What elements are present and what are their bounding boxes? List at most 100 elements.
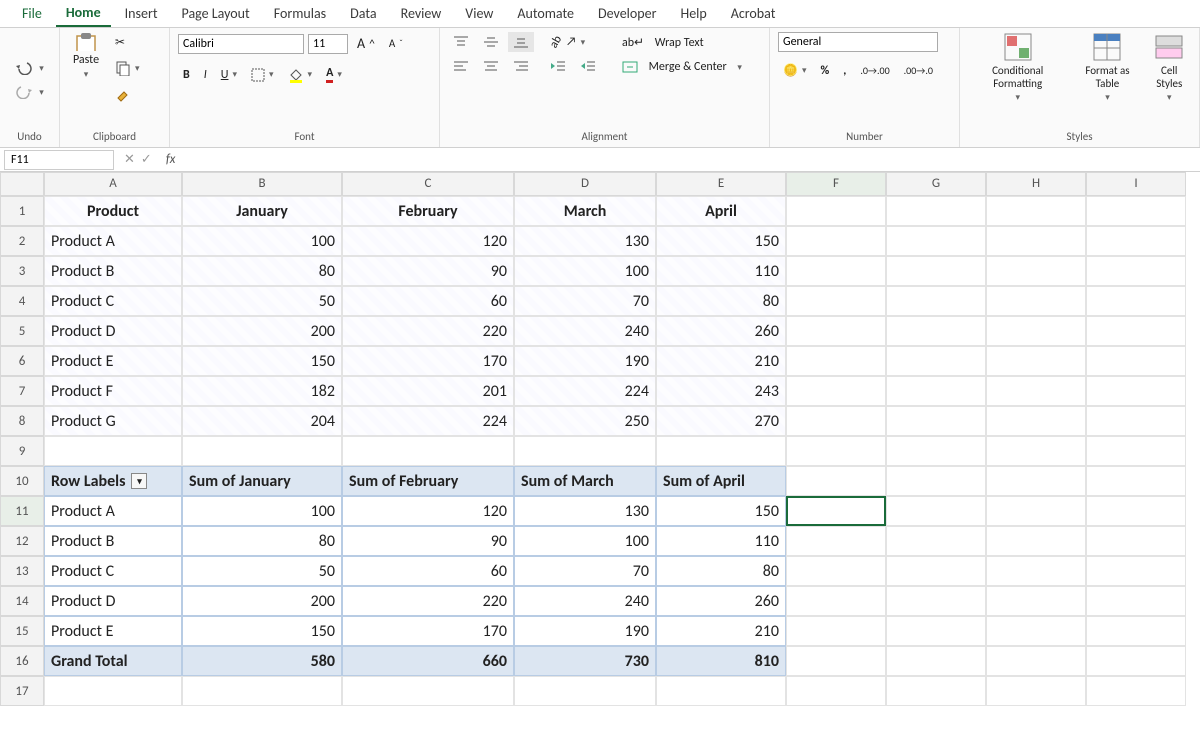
menu-home[interactable]: Home (56, 0, 111, 27)
conditional-formatting-button[interactable]: Conditional Formatting▾ (968, 32, 1067, 103)
row-header-15[interactable]: 15 (0, 616, 44, 646)
cell-D11[interactable]: 130 (514, 496, 656, 526)
col-header-C[interactable]: C (342, 172, 514, 196)
cell-B4[interactable]: 50 (182, 286, 342, 316)
cell-G4[interactable] (886, 286, 986, 316)
cell-H5[interactable] (986, 316, 1086, 346)
cell-E11[interactable]: 150 (656, 496, 786, 526)
menu-review[interactable]: Review (391, 1, 452, 26)
cell-D15[interactable]: 190 (514, 616, 656, 646)
row-header-12[interactable]: 12 (0, 526, 44, 556)
cell-B11[interactable]: 100 (182, 496, 342, 526)
align-left-button[interactable] (448, 56, 474, 76)
cut-button[interactable]: ✂ (110, 32, 145, 53)
cell-B5[interactable]: 200 (182, 316, 342, 346)
cell-H16[interactable] (986, 646, 1086, 676)
row-header-3[interactable]: 3 (0, 256, 44, 286)
cell-C6[interactable]: 170 (342, 346, 514, 376)
cell-B15[interactable]: 150 (182, 616, 342, 646)
cell-D3[interactable]: 100 (514, 256, 656, 286)
cell-F13[interactable] (786, 556, 886, 586)
cell-B9[interactable] (182, 436, 342, 466)
number-format-combo[interactable] (778, 32, 938, 52)
menu-view[interactable]: View (455, 1, 503, 26)
cell-G15[interactable] (886, 616, 986, 646)
cell-A3[interactable]: Product B (44, 256, 182, 286)
cell-C2[interactable]: 120 (342, 226, 514, 256)
cell-I17[interactable] (1086, 676, 1186, 706)
cell-G17[interactable] (886, 676, 986, 706)
cell-E2[interactable]: 150 (656, 226, 786, 256)
cell-A9[interactable] (44, 436, 182, 466)
font-size-combo[interactable] (308, 34, 348, 54)
cell-H15[interactable] (986, 616, 1086, 646)
col-header-E[interactable]: E (656, 172, 786, 196)
row-header-1[interactable]: 1 (0, 196, 44, 226)
increase-indent-button[interactable] (575, 56, 601, 76)
cell-H17[interactable] (986, 676, 1086, 706)
cell-A2[interactable]: Product A (44, 226, 182, 256)
cell-F5[interactable] (786, 316, 886, 346)
increase-decimal-button[interactable]: .0→.00 (855, 61, 894, 80)
select-all-corner[interactable] (0, 172, 44, 196)
col-header-I[interactable]: I (1086, 172, 1186, 196)
cell-A5[interactable]: Product D (44, 316, 182, 346)
menu-acrobat[interactable]: Acrobat (721, 1, 786, 26)
cell-D1[interactable]: March (514, 196, 656, 226)
cell-D17[interactable] (514, 676, 656, 706)
orientation-button[interactable]: ab↗▾ (545, 32, 590, 52)
cell-H3[interactable] (986, 256, 1086, 286)
row-header-4[interactable]: 4 (0, 286, 44, 316)
cell-B12[interactable]: 80 (182, 526, 342, 556)
cell-B1[interactable]: January (182, 196, 342, 226)
align-center-button[interactable] (478, 56, 504, 76)
pivot-filter-button[interactable]: ▾ (131, 473, 147, 489)
cell-E3[interactable]: 110 (656, 256, 786, 286)
menu-formulas[interactable]: Formulas (264, 1, 336, 26)
menu-automate[interactable]: Automate (507, 1, 584, 26)
decrease-decimal-button[interactable]: .00→.0 (899, 61, 938, 80)
align-right-button[interactable] (508, 56, 534, 76)
cell-F9[interactable] (786, 436, 886, 466)
cell-I16[interactable] (1086, 646, 1186, 676)
cell-E7[interactable]: 243 (656, 376, 786, 406)
cell-E9[interactable] (656, 436, 786, 466)
cell-I7[interactable] (1086, 376, 1186, 406)
cell-G5[interactable] (886, 316, 986, 346)
shrink-font-button[interactable]: Aˇ (384, 34, 408, 53)
cell-H13[interactable] (986, 556, 1086, 586)
cell-D16[interactable]: 730 (514, 646, 656, 676)
cell-B17[interactable] (182, 676, 342, 706)
cell-F15[interactable] (786, 616, 886, 646)
cell-H14[interactable] (986, 586, 1086, 616)
cell-E5[interactable]: 260 (656, 316, 786, 346)
cell-I6[interactable] (1086, 346, 1186, 376)
cell-A8[interactable]: Product G (44, 406, 182, 436)
cell-A10[interactable]: Row Labels▾ (44, 466, 182, 496)
fx-icon[interactable]: fx (158, 152, 184, 167)
cell-C3[interactable]: 90 (342, 256, 514, 286)
cell-G8[interactable] (886, 406, 986, 436)
cell-C11[interactable]: 120 (342, 496, 514, 526)
redo-button[interactable]: ▾ (10, 82, 49, 102)
row-header-10[interactable]: 10 (0, 466, 44, 496)
cell-D2[interactable]: 130 (514, 226, 656, 256)
cell-A14[interactable]: Product D (44, 586, 182, 616)
col-header-B[interactable]: B (182, 172, 342, 196)
decrease-indent-button[interactable] (545, 56, 571, 76)
cell-C1[interactable]: February (342, 196, 514, 226)
cell-E6[interactable]: 210 (656, 346, 786, 376)
cell-D14[interactable]: 240 (514, 586, 656, 616)
col-header-G[interactable]: G (886, 172, 986, 196)
cell-F17[interactable] (786, 676, 886, 706)
cell-E4[interactable]: 80 (656, 286, 786, 316)
cell-I4[interactable] (1086, 286, 1186, 316)
cell-F6[interactable] (786, 346, 886, 376)
row-header-13[interactable]: 13 (0, 556, 44, 586)
align-top-button[interactable] (448, 32, 474, 52)
cell-B14[interactable]: 200 (182, 586, 342, 616)
cell-B3[interactable]: 80 (182, 256, 342, 286)
cell-C12[interactable]: 90 (342, 526, 514, 556)
cell-H6[interactable] (986, 346, 1086, 376)
cell-F7[interactable] (786, 376, 886, 406)
